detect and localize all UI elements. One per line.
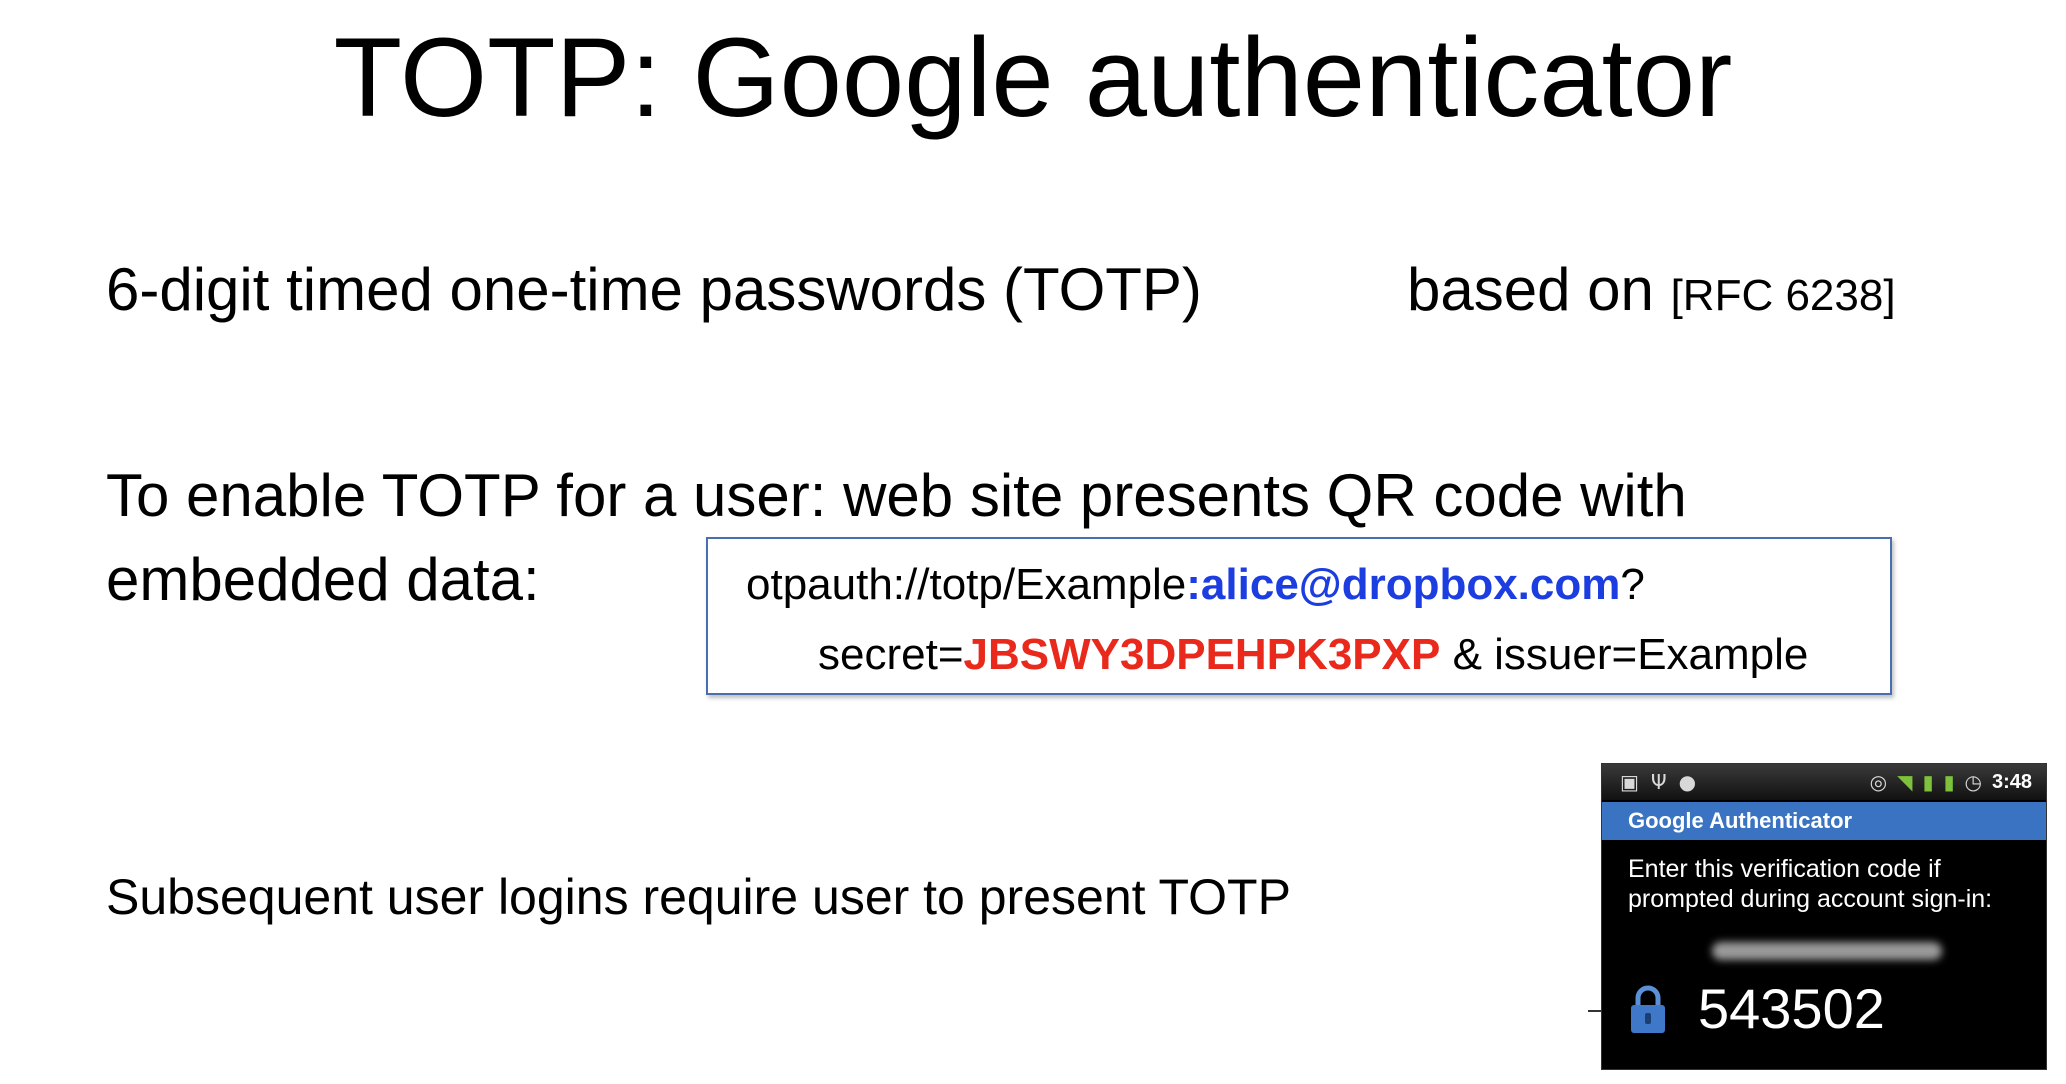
uri-query-mark: ? xyxy=(1620,560,1645,609)
status-right-icons: ◎ ◥ ▮ ▮ ◷ 3:48 xyxy=(1870,770,2032,794)
lock-icon xyxy=(1631,985,1665,1033)
briefcase-icon: ▣ xyxy=(1620,770,1639,794)
uri-line-2: secret=JBSWY3DPEHPK3PXP & issuer=Example xyxy=(818,627,1808,683)
based-on-text: based on [RFC 6238] xyxy=(1407,254,1896,332)
authenticator-phone-screenshot: ▣ Ψ ● ◎ ◥ ▮ ▮ ◷ 3:48 Google Authenticato… xyxy=(1601,763,2047,1070)
sync-icon: ◎ xyxy=(1869,770,1888,794)
alarm-icon: ◷ xyxy=(1964,770,1982,794)
battery-icon: ▮ xyxy=(1943,770,1955,794)
uri-issuer: & issuer=Example xyxy=(1440,630,1809,679)
otpauth-uri-box: otpauth://totp/Example:alice@dropbox.com… xyxy=(706,537,1892,695)
uri-account: :alice@dropbox.com xyxy=(1186,560,1621,609)
verification-prompt: Enter this verification code if prompted… xyxy=(1628,854,2028,914)
uri-line-1: otpauth://totp/Example:alice@dropbox.com… xyxy=(746,557,1645,613)
embedded-data-line: embedded data: xyxy=(106,546,540,613)
rfc-reference: [RFC 6238] xyxy=(1670,271,1896,320)
wifi-icon: ◥ xyxy=(1897,770,1913,794)
enable-totp-line: To enable TOTP for a user: web site pres… xyxy=(106,462,1687,529)
totp-description: 6-digit timed one-time passwords (TOTP) xyxy=(106,256,1202,323)
blurred-account-name xyxy=(1712,942,1942,960)
verification-code: 543502 xyxy=(1698,977,1885,1040)
prompt-line-2: prompted during account sign-in: xyxy=(1628,885,1993,913)
status-bar: ▣ Ψ ● ◎ ◥ ▮ ▮ ◷ 3:48 xyxy=(1602,764,2046,800)
slide-title: TOTP: Google authenticator xyxy=(333,15,1733,140)
android-icon: ● xyxy=(1678,770,1697,794)
status-time: 3:48 xyxy=(1991,771,2032,793)
uri-prefix: otpauth://totp/Example xyxy=(746,560,1187,609)
signal-icon: ▮ xyxy=(1922,770,1934,794)
subsequent-logins-line: Subsequent user logins require user to p… xyxy=(106,869,1291,925)
status-left-icons: ▣ Ψ ● xyxy=(1620,770,1696,794)
based-on-label: based on xyxy=(1407,256,1671,323)
usb-icon: Ψ xyxy=(1650,770,1667,794)
uri-secret-label: secret= xyxy=(818,630,964,679)
app-title-bar: Google Authenticator xyxy=(1602,802,2046,840)
uri-secret-value: JBSWY3DPEHPK3PXP xyxy=(963,630,1441,679)
prompt-line-1: Enter this verification code if xyxy=(1628,855,1941,883)
